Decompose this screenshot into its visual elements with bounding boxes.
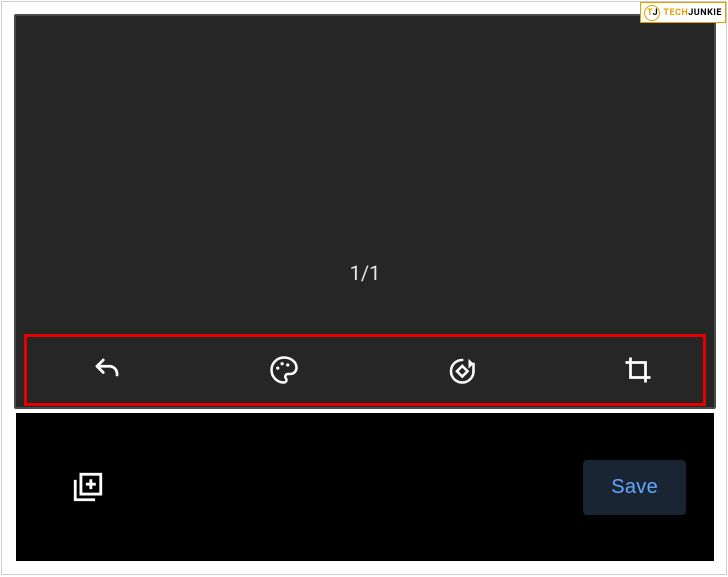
undo-icon: [92, 355, 122, 385]
rotate-icon: [446, 355, 476, 385]
palette-button[interactable]: [264, 350, 304, 390]
watermark-logo: TJ: [644, 5, 660, 21]
bottom-bar: Save: [16, 413, 714, 561]
palette-icon: [269, 355, 299, 385]
add-to-library-button[interactable]: [68, 467, 108, 507]
page-counter: 1/1: [350, 261, 381, 285]
watermark-text: TECHJUNKIE: [663, 8, 722, 18]
add-to-library-icon: [71, 470, 105, 504]
rotate-button[interactable]: [441, 350, 481, 390]
app-frame: 1/1: [1, 1, 727, 575]
edit-toolbar: [24, 334, 706, 406]
watermark: TJ TECHJUNKIE: [640, 2, 726, 23]
crop-icon: [623, 355, 653, 385]
save-button[interactable]: Save: [583, 460, 686, 515]
crop-button[interactable]: [618, 350, 658, 390]
undo-button[interactable]: [87, 350, 127, 390]
editor-canvas: 1/1: [14, 14, 716, 409]
